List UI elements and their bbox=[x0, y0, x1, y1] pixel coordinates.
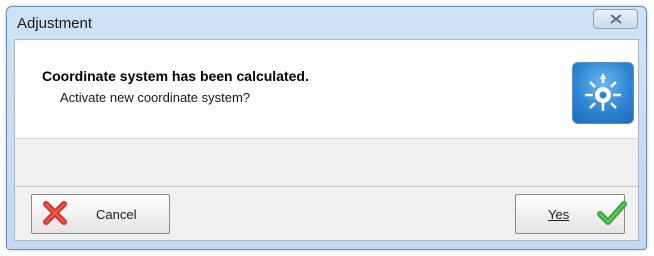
yes-label: Yes bbox=[548, 206, 570, 222]
close-icon bbox=[609, 14, 622, 24]
message-area: Coordinate system has been calculated. A… bbox=[15, 40, 638, 139]
title-bar[interactable]: Adjustment bbox=[7, 7, 646, 39]
cancel-label: Cancel bbox=[96, 206, 137, 222]
cancel-button[interactable]: Cancel bbox=[31, 194, 170, 234]
coordinate-system-icon bbox=[572, 62, 634, 124]
message-subtext: Activate new coordinate system? bbox=[60, 90, 251, 105]
close-button[interactable] bbox=[593, 9, 638, 29]
dialog-content: Coordinate system has been calculated. A… bbox=[14, 39, 639, 241]
green-checkmark-icon bbox=[597, 200, 628, 229]
yes-button[interactable]: Yes bbox=[515, 194, 628, 234]
red-x-icon bbox=[42, 200, 68, 228]
button-divider bbox=[15, 186, 638, 187]
message-heading: Coordinate system has been calculated. bbox=[42, 68, 309, 84]
window-title: Adjustment bbox=[17, 15, 93, 32]
adjustment-dialog: Adjustment Coordinate system has been ca… bbox=[6, 6, 647, 250]
